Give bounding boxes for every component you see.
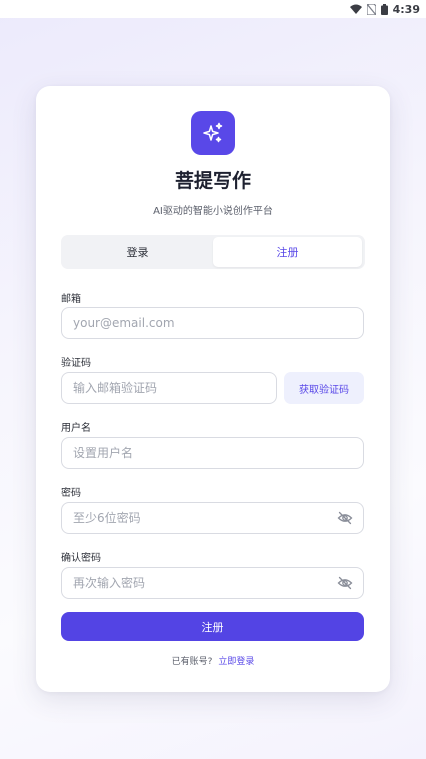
register-button[interactable]: 注册 [61, 612, 364, 641]
verification-code-field[interactable] [61, 372, 277, 404]
eye-off-icon[interactable] [337, 575, 353, 591]
code-label: 验证码 [61, 358, 91, 369]
status-icons: 4:39 [349, 2, 420, 16]
password-label: 密码 [61, 488, 81, 499]
login-link[interactable]: 立即登录 [218, 657, 254, 667]
no-sim-icon [366, 3, 376, 15]
tab-login[interactable]: 登录 [63, 237, 212, 267]
get-code-button[interactable]: 获取验证码 [284, 372, 364, 404]
username-label: 用户名 [61, 423, 91, 434]
confirm-password-label: 确认密码 [61, 553, 101, 564]
auth-tabs: 登录 注册 [61, 235, 365, 269]
wifi-icon [349, 4, 362, 14]
password-field[interactable] [61, 502, 364, 534]
app-subtitle: AI驱动的智能小说创作平台 [153, 206, 273, 217]
email-label: 邮箱 [61, 294, 81, 305]
eye-off-icon[interactable] [337, 510, 353, 526]
register-card: 菩提写作 AI驱动的智能小说创作平台 登录 注册 邮箱 验证码 获取验证码 用户… [36, 86, 390, 692]
app-logo [191, 111, 235, 155]
sparkles-icon [203, 122, 223, 143]
username-field[interactable] [61, 437, 364, 469]
confirm-password-field[interactable] [61, 567, 364, 599]
status-bar: 4:39 [0, 0, 426, 18]
email-field[interactable] [61, 307, 364, 339]
login-prompt-text: 已有账号? [171, 657, 213, 667]
battery-icon [380, 3, 388, 15]
app-title: 菩提写作 [174, 170, 251, 192]
tab-register[interactable]: 注册 [213, 237, 362, 267]
status-time: 4:39 [392, 2, 420, 16]
login-prompt: 已有账号? 立即登录 [36, 654, 390, 667]
